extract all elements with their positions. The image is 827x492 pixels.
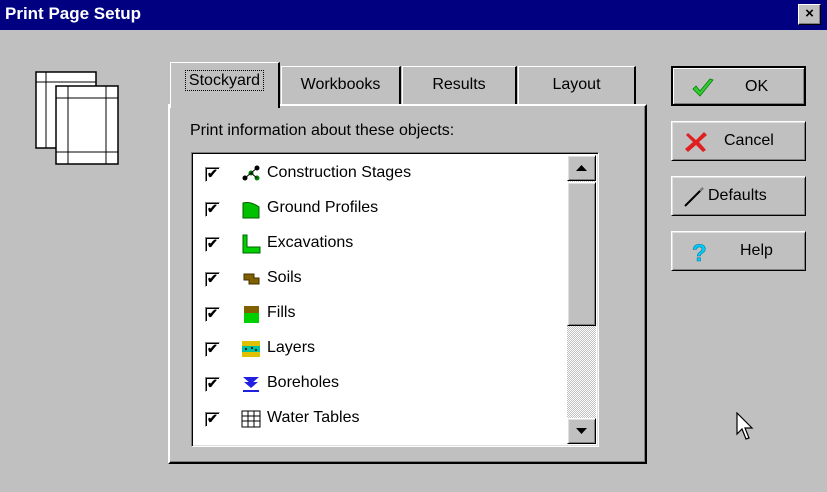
list-item-label: Boreholes [267, 374, 340, 391]
ground-profiles-icon [242, 202, 260, 219]
list-item-label: Excavations [267, 234, 354, 251]
page-layout-icon [35, 71, 119, 165]
arrow-up-icon [576, 165, 587, 171]
defaults-button[interactable]: Defaults [671, 176, 806, 216]
layers-icon [242, 341, 260, 357]
tab-label: Layout [552, 76, 601, 93]
checkmark-icon [692, 78, 714, 97]
wand-icon [684, 187, 704, 207]
close-icon: × [805, 5, 814, 22]
list-item-label: Construction Stages [267, 164, 412, 181]
tab-results[interactable]: Results [402, 66, 517, 104]
soils-icon [243, 273, 260, 285]
tab-layout[interactable]: Layout [518, 66, 636, 104]
list-scrollbar[interactable] [567, 155, 596, 444]
title-bar: Print Page Setup × [0, 0, 827, 30]
checkbox[interactable]: ✔ [205, 167, 220, 182]
checkbox[interactable]: ✔ [205, 272, 220, 287]
defaults-label: Defaults [708, 187, 767, 204]
svg-text:?: ? [692, 241, 707, 263]
checkbox[interactable]: ✔ [205, 237, 220, 252]
checkbox[interactable]: ✔ [205, 412, 220, 427]
arrow-down-icon [576, 428, 587, 434]
scrollbar-thumb[interactable] [567, 182, 596, 326]
objects-label: Print information about these objects: [190, 122, 455, 139]
cancel-x-icon [685, 132, 707, 152]
tab-label: Results [432, 76, 486, 93]
help-button[interactable]: ? Help [671, 231, 806, 271]
tab-label: Workbooks [300, 76, 381, 93]
objects-list[interactable]: ✔ Construction Stages ✔ Ground Profiles … [191, 152, 599, 447]
list-item-label: Soils [267, 269, 302, 286]
cancel-label: Cancel [724, 132, 774, 149]
construction-stages-icon [242, 165, 260, 181]
list-item-label: Fills [267, 304, 296, 321]
ok-button[interactable]: OK [671, 66, 806, 106]
list-item-label: Layers [267, 339, 316, 356]
mouse-cursor-icon [736, 412, 754, 440]
checkbox[interactable]: ✔ [205, 342, 220, 357]
ok-label: OK [745, 78, 769, 95]
list-item-label: Ground Profiles [267, 199, 379, 216]
scroll-up-button[interactable] [567, 155, 596, 181]
boreholes-icon [243, 377, 259, 392]
help-label: Help [740, 242, 773, 259]
scroll-down-button[interactable] [567, 418, 596, 444]
water-tables-icon [241, 410, 261, 428]
tab-label: Stockyard [184, 70, 265, 91]
checkbox[interactable]: ✔ [205, 202, 220, 217]
window-title: Print Page Setup [5, 4, 142, 23]
cancel-button[interactable]: Cancel [671, 121, 806, 161]
checkbox[interactable]: ✔ [205, 377, 220, 392]
checkbox[interactable]: ✔ [205, 307, 220, 322]
close-button[interactable]: × [798, 4, 821, 25]
fills-icon [244, 306, 259, 323]
list-item-label: Water Tables [267, 409, 360, 426]
tab-stockyard[interactable]: Stockyard [170, 62, 280, 108]
tab-workbooks[interactable]: Workbooks [281, 66, 401, 104]
help-question-icon: ? [692, 241, 707, 263]
excavations-icon [242, 234, 261, 254]
